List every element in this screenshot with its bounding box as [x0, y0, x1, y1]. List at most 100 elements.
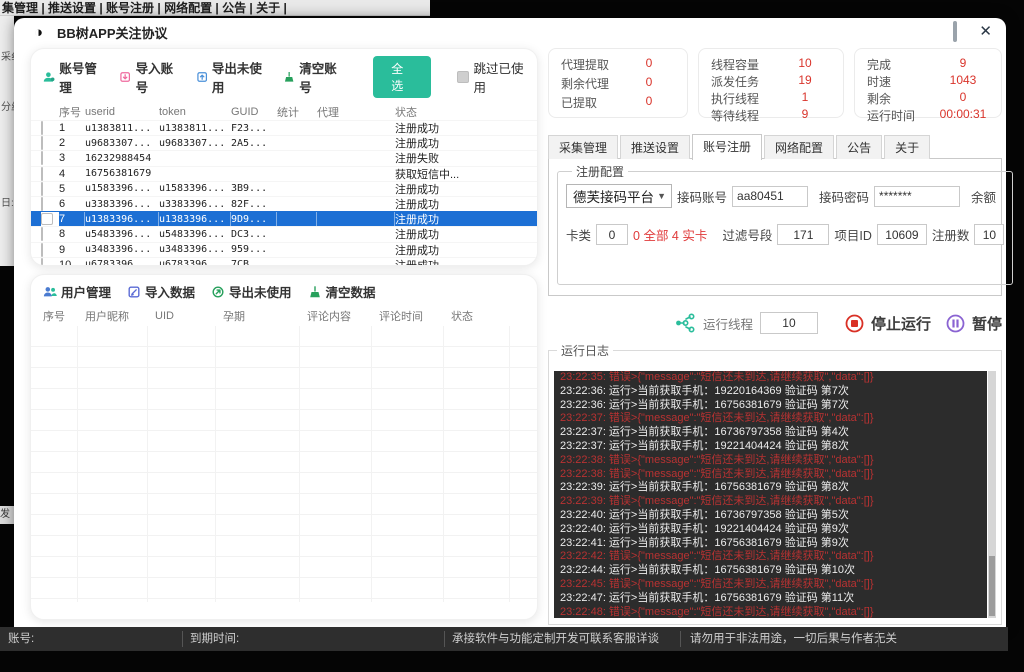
log-line: 23:22:38: 错误>{"message":"短信还未到达,请继续获取","…: [560, 454, 981, 468]
stop-button[interactable]: 停止运行: [871, 313, 931, 334]
account-table-header: 序号 userid token GUID 统计 代理 状态: [31, 103, 537, 120]
stat-card-run: 完成9 时速1043 剩余0 运行时间00:00:31: [854, 48, 1002, 118]
row-checkbox[interactable]: [41, 213, 53, 225]
stat-card-proxy: 代理提取0 剩余代理0 已提取0: [548, 48, 688, 118]
run-log-group: 运行日志 23:22:35: 错误>{"message":"短信还未到达,请继续…: [548, 342, 1002, 625]
export-unused-data-button[interactable]: 导出未使用: [211, 282, 292, 301]
log-line: 23:22:40: 运行>当前获取手机：19221404424 验证码 第9次: [560, 523, 981, 537]
account-manage-button[interactable]: 账号管理: [43, 58, 103, 96]
row-checkbox[interactable]: [41, 167, 43, 181]
sms-account-input[interactable]: [732, 186, 808, 207]
chevron-down-icon: ▼: [657, 191, 666, 201]
settings-tabstrip: 采集管理 推送设置 账号注册 网络配置 公告 关于: [548, 139, 932, 159]
tab-about[interactable]: 关于: [884, 135, 930, 159]
skip-used-checkbox[interactable]: 跳过已使用: [457, 58, 527, 96]
table-row-selected[interactable]: 7 u1383396... u1383396... 9D9... 注册成功: [31, 211, 537, 226]
table-row[interactable]: 5 u1583396... u1583396... 3B9... 注册成功: [31, 181, 537, 196]
table-row[interactable]: 9 u3483396... u3483396... 959... 注册成功: [31, 242, 537, 257]
log-line: 23:22:37: 运行>当前获取手机：19221404424 验证码 第8次: [560, 440, 981, 454]
register-config-legend: 注册配置: [572, 163, 628, 180]
log-scrollbar[interactable]: [988, 371, 996, 618]
stat-card-threads: 线程容量10 派发任务19 执行线程1 等待线程9: [698, 48, 844, 118]
table-row[interactable]: 6 u3383396... u3383396... 82F... 注册成功: [31, 196, 537, 211]
tab-network[interactable]: 网络配置: [764, 135, 834, 159]
status-disclaimer: 请勿用于非法用途，一切后果与作者无关: [690, 627, 897, 651]
register-count-input[interactable]: [974, 224, 1004, 245]
thread-count-label: 运行线程: [703, 314, 753, 333]
tab-register[interactable]: 账号注册: [692, 134, 762, 160]
run-controls: 运行线程 停止运行 暂停: [548, 308, 1002, 338]
select-all-button[interactable]: 全选: [373, 56, 430, 98]
log-line: 23:22:35: 错误>{"message":"短信还未到达,请继续获取","…: [560, 371, 981, 385]
close-button[interactable]: ✕: [979, 25, 992, 39]
filter-input[interactable]: [777, 224, 829, 245]
background-fragment: 发可: [0, 506, 14, 524]
project-id-input[interactable]: [877, 224, 927, 245]
table-row[interactable]: 2 u9683307... u9683307... 2A5... 注册成功: [31, 135, 537, 150]
row-checkbox[interactable]: [41, 151, 43, 165]
row-checkbox[interactable]: [41, 258, 43, 266]
sms-password-input[interactable]: [874, 186, 960, 207]
status-contact: 承接软件与功能定制开发可联系客服详谈: [452, 627, 659, 651]
status-bar: 账号: 到期时间: 承接软件与功能定制开发可联系客服详谈 请勿用于非法用途，一切…: [0, 627, 1008, 651]
table-row[interactable]: 8 u5483396... u5483396... DC3... 注册成功: [31, 226, 537, 241]
user-manage-button[interactable]: 用户管理: [43, 282, 111, 301]
tab-push[interactable]: 推送设置: [620, 135, 690, 159]
log-line: 23:22:36: 运行>当前获取手机：19220164369 验证码 第7次: [560, 385, 981, 399]
status-account: 账号:: [8, 627, 34, 651]
export-icon: [196, 70, 208, 84]
tab-notice[interactable]: 公告: [836, 135, 882, 159]
log-line: 23:22:42: 错误>{"message":"短信还未到达,请继续获取","…: [560, 550, 981, 564]
export-unused-button[interactable]: 导出未使用: [196, 58, 267, 96]
row-checkbox[interactable]: [41, 197, 43, 211]
status-expire: 到期时间:: [190, 627, 239, 651]
table-row[interactable]: 10 u6783396... u6783396... 7CB... 注册成功: [31, 257, 537, 266]
background-fragment: 采纟: [1, 48, 14, 63]
pause-button[interactable]: 暂停: [972, 313, 1002, 334]
register-tab-panel: 注册配置 德芙接码平台 ▼ 接码账号 接码密码 余额 卡类 0 全部 4 实卡 …: [548, 158, 1002, 296]
project-id-label: 项目ID: [834, 225, 872, 244]
log-line: 23:22:47: 运行>当前获取手机：16756381679 验证码 第11次: [560, 592, 981, 606]
user-panel: 用户管理 导入数据 导出未使用 清空数据 序号 用户昵称 UID 孕期 评论内容…: [30, 274, 538, 620]
table-row[interactable]: 1 u1383811... u1383811... F23... 注册成功: [31, 120, 537, 135]
stat-value: 0: [623, 75, 675, 92]
card-type-input[interactable]: [596, 224, 628, 245]
card-type-label: 卡类: [566, 225, 591, 244]
clear-data-button[interactable]: 清空数据: [308, 282, 376, 301]
row-checkbox[interactable]: [41, 227, 43, 241]
stat-value: 0: [623, 56, 675, 73]
card-type-hint: 0 全部 4 实卡: [633, 225, 707, 244]
import-data-button[interactable]: 导入数据: [127, 282, 195, 301]
table-row[interactable]: 3 16232988454 注册失败: [31, 150, 537, 165]
stat-value: 0: [623, 94, 675, 111]
row-checkbox[interactable]: [41, 136, 43, 150]
platform-select[interactable]: 德芙接码平台 ▼: [566, 184, 672, 208]
stat-value: 1043: [937, 73, 989, 90]
log-line: 23:22:36: 运行>当前获取手机：16756381679 验证码 第7次: [560, 399, 981, 413]
register-config-group: 注册配置 德芙接码平台 ▼ 接码账号 接码密码 余额 卡类 0 全部 4 实卡 …: [557, 163, 1013, 285]
log-line: 23:22:37: 错误>{"message":"短信还未到达,请继续获取","…: [560, 412, 981, 426]
log-line: 23:22:44: 运行>当前获取手机：16756381679 验证码 第10次: [560, 564, 981, 578]
row-checkbox[interactable]: [41, 182, 43, 196]
checkbox-icon: [457, 71, 469, 83]
sms-password-label: 接码密码: [819, 187, 869, 206]
import-accounts-button[interactable]: 导入账号: [119, 58, 179, 96]
share-icon: [211, 285, 225, 299]
row-checkbox[interactable]: [41, 243, 43, 257]
table-row[interactable]: 4 16756381679 获取短信中...: [31, 166, 537, 181]
stat-value: 1: [779, 90, 831, 107]
broom-icon: [283, 70, 295, 84]
row-checkbox[interactable]: [41, 121, 43, 135]
log-line: 23:22:39: 错误>{"message":"短信还未到达,请继续获取","…: [560, 495, 981, 509]
thread-count-input[interactable]: [760, 312, 818, 334]
maximize-button[interactable]: [953, 23, 957, 41]
log-line: 23:22:37: 运行>当前获取手机：16736797358 验证码 第4次: [560, 426, 981, 440]
clear-accounts-button[interactable]: 清空账号: [283, 58, 343, 96]
balance-label: 余额: [971, 187, 996, 206]
run-log-legend: 运行日志: [557, 342, 613, 359]
register-count-label: 注册数: [932, 225, 970, 244]
import-icon: [119, 70, 131, 84]
edit-box-icon: [127, 285, 141, 299]
log-line: 23:22:41: 运行>当前获取手机：16756381679 验证码 第9次: [560, 537, 981, 551]
tab-collect[interactable]: 采集管理: [548, 135, 618, 159]
